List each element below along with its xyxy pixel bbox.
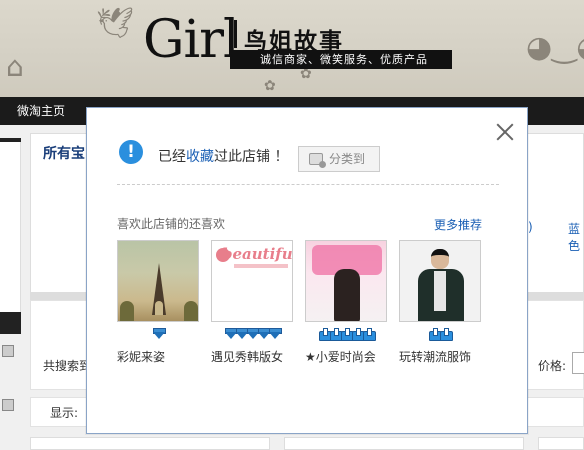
search-result-label: 共搜索到 [43, 359, 92, 373]
shop-thumbnail[interactable] [399, 240, 481, 322]
sidebar-expand-icon[interactable] [2, 399, 14, 411]
recommended-shop[interactable]: 玩转潮流服饰 [399, 240, 481, 365]
shop-name[interactable]: 彩妮来姿 [117, 348, 199, 365]
product-card[interactable] [538, 437, 584, 450]
recommended-shop[interactable]: beautiful 遇见秀韩版女 [211, 240, 293, 365]
thumbnail-logo-text: beautiful [222, 245, 293, 263]
recommended-shop[interactable]: 彩妮来姿 [117, 240, 199, 365]
message-suffix: 过此店铺 ！ [214, 149, 289, 165]
head-shape [431, 249, 449, 269]
diamond-icon [152, 328, 166, 339]
sidebar-column [0, 142, 21, 312]
bird-icon: 🕊 [96, 6, 135, 41]
folder-icon [309, 153, 326, 168]
crown-icon [439, 328, 453, 341]
logo-underline [234, 264, 288, 268]
shop-thumbnail[interactable] [305, 240, 387, 322]
brand-logo-text: Girl [143, 10, 240, 70]
shop-thumbnail[interactable]: beautiful [211, 240, 293, 322]
display-options-label: 显示: [50, 406, 79, 420]
tower-arch-shape [155, 301, 163, 315]
sidebar-header [0, 312, 21, 334]
brand-tagline: 诚信商家、微笑服务、优质产品 [230, 50, 452, 69]
price-filter-input[interactable] [572, 352, 584, 374]
message-prefix: 已经 [158, 149, 186, 165]
shirt-shape [434, 271, 446, 311]
hair-shape [334, 269, 360, 321]
recommend-section-title: 喜欢此店铺的还喜欢 [117, 217, 226, 231]
info-icon: ! [119, 140, 143, 164]
sidebar-expand-icon[interactable] [2, 345, 14, 357]
seller-rank [305, 328, 387, 348]
filter-color-link[interactable]: 蓝色 [568, 220, 584, 254]
shop-name[interactable]: 遇见秀韩版女 [211, 348, 293, 365]
categorize-button[interactable]: 分类到 [298, 146, 380, 172]
product-card[interactable] [284, 437, 524, 450]
flower-icon: ✿ [264, 78, 276, 94]
crown-icon [362, 328, 376, 341]
nav-home-link[interactable]: 微淘主页 [17, 97, 65, 125]
seller-rank [211, 328, 293, 348]
product-card[interactable] [30, 437, 270, 450]
more-recommend-link[interactable]: 更多推荐 [434, 216, 482, 233]
close-icon[interactable] [496, 123, 514, 141]
seller-rank [117, 328, 199, 348]
categorize-button-label: 分类到 [329, 152, 366, 166]
price-filter-label: 价格: [538, 359, 567, 373]
recommended-shop[interactable]: ★小爱时尚会 [305, 240, 387, 365]
message-highlight[interactable]: 收藏 [186, 149, 214, 165]
all-items-heading[interactable]: 所有宝 [43, 143, 85, 163]
shop-thumbnail[interactable] [117, 240, 199, 322]
tree-shape [184, 301, 198, 321]
dog-doodle-icon: ◕‿◕ [526, 30, 584, 65]
divider [117, 184, 499, 185]
house-icon: ⌂ [6, 50, 24, 83]
shop-banner: 🕊 ⌂ ✿ ✿ ◕‿◕ Girl 鸟姐故事 诚信商家、微笑服务、优质产品 [0, 0, 584, 97]
favorite-shop-dialog: ! 已经收藏过此店铺 ！ 分类到 喜欢此店铺的还喜欢 更多推荐 彩妮来姿 bea… [86, 107, 528, 434]
shop-name[interactable]: ★小爱时尚会 [305, 348, 387, 365]
seller-rank [399, 328, 481, 348]
diamond-icon [268, 328, 282, 339]
favorite-message: 已经收藏过此店铺 ！ [158, 146, 288, 166]
tree-shape [120, 301, 134, 321]
brand-logo-mark [234, 20, 240, 48]
filter-fragment: ) [528, 220, 533, 234]
shop-name[interactable]: 玩转潮流服饰 [399, 348, 481, 365]
